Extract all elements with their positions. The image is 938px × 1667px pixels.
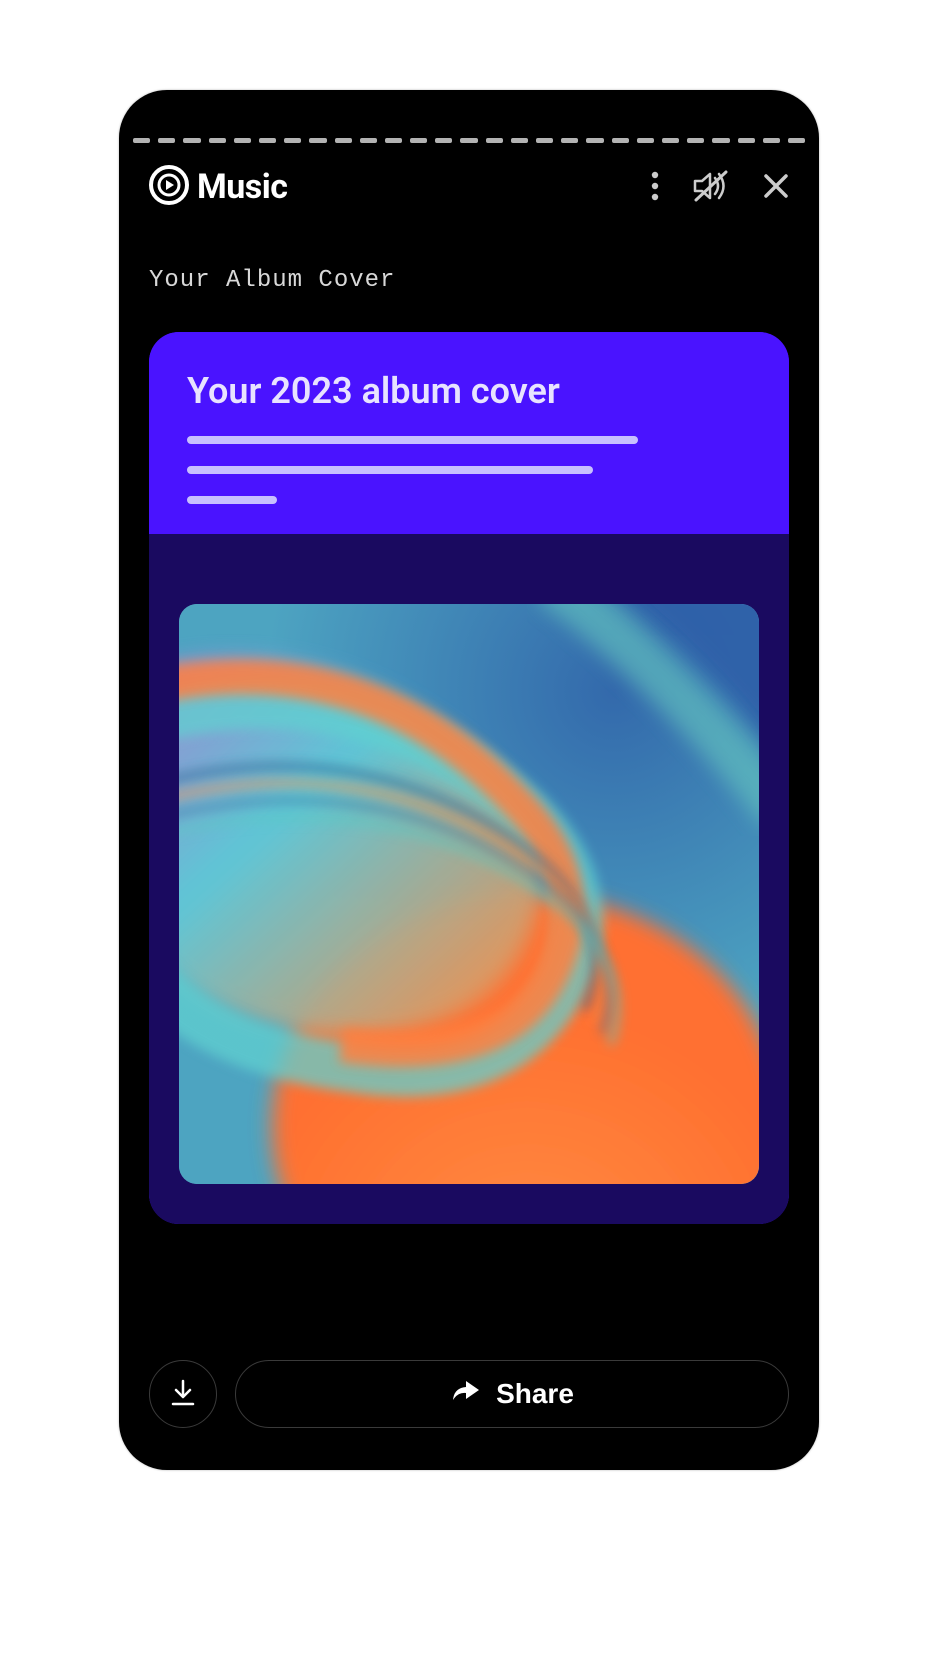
progress-segment [435,138,452,143]
more-vert-icon [651,171,659,204]
progress-segment [662,138,679,143]
share-button[interactable]: Share [235,1360,789,1428]
more-button[interactable] [651,171,659,204]
app-title: Music [197,167,288,207]
placeholder-line [187,466,593,474]
progress-segment [360,138,377,143]
progress-segment [309,138,326,143]
download-button[interactable] [149,1360,217,1428]
progress-segment [335,138,352,143]
progress-segment [158,138,175,143]
progress-segment [561,138,578,143]
volume-off-icon [693,170,729,205]
progress-segment [460,138,477,143]
progress-segment [536,138,553,143]
mute-button[interactable] [693,170,729,205]
share-arrow-icon [450,1378,482,1411]
close-button[interactable] [763,173,789,202]
progress-segment [712,138,729,143]
progress-segment [284,138,301,143]
card-title: Your 2023 album cover [187,370,751,412]
progress-segment [133,138,150,143]
phone-frame: Music [119,90,819,1470]
card-body [149,534,789,1224]
bottom-action-bar: Share [149,1360,789,1428]
progress-segment [385,138,402,143]
progress-segment [511,138,528,143]
album-card: Your 2023 album cover [149,332,789,1224]
progress-segment [763,138,780,143]
progress-segment [612,138,629,143]
header-actions [651,170,789,205]
progress-segment [586,138,603,143]
close-icon [763,173,789,202]
placeholder-line [187,436,638,444]
progress-segment [183,138,200,143]
download-icon [170,1379,196,1410]
share-label: Share [496,1378,574,1410]
progress-segment [637,138,654,143]
card-header: Your 2023 album cover [149,332,789,534]
app-logo[interactable]: Music [149,165,288,209]
progress-segment [234,138,251,143]
album-cover-art[interactable] [179,604,759,1184]
progress-segment [410,138,427,143]
progress-segment [788,138,805,143]
music-play-icon [149,165,189,209]
progress-segment [738,138,755,143]
page-subtitle: Your Album Cover [119,219,819,302]
progress-segment [486,138,503,143]
progress-segment [687,138,704,143]
placeholder-line [187,496,277,504]
progress-segment [209,138,226,143]
progress-segment [259,138,276,143]
header: Music [119,143,819,219]
